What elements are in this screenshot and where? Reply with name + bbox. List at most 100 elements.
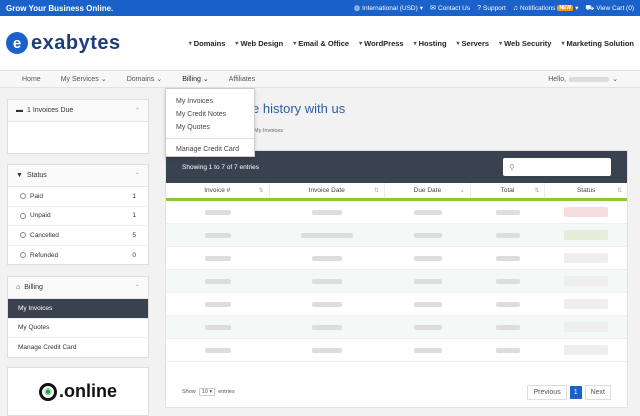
- status-badge: [564, 299, 609, 309]
- globe-icon: ◍: [354, 5, 361, 12]
- support-link[interactable]: ? Support: [477, 5, 506, 12]
- invoices-table: Showing 1 to 7 of 7 entries ⚲ Invoice # ⇅…: [165, 150, 628, 408]
- chevron-down-icon: ▾: [188, 40, 192, 47]
- subnav-affiliates[interactable]: Affiliates: [229, 76, 255, 83]
- envelope-icon: ✉: [430, 5, 436, 12]
- chevron-down-icon: ▾: [413, 40, 417, 47]
- online-domain-promo[interactable]: ◉ .online: [7, 367, 149, 416]
- blurred-cell: [312, 209, 343, 215]
- currency-link[interactable]: ◍ International (USD) ▾: [354, 4, 423, 13]
- table-row[interactable]: [166, 316, 627, 339]
- table-row[interactable]: [166, 270, 627, 293]
- col-due-date[interactable]: Due Date ⇣: [385, 183, 471, 198]
- blurred-cell: [312, 255, 343, 261]
- subnav-domains[interactable]: Domains ⌄: [127, 75, 163, 84]
- status-filter-paid[interactable]: Paid 1: [8, 187, 148, 207]
- previous-page-button[interactable]: Previous: [527, 384, 567, 400]
- tagline: Grow Your Business Online.: [6, 3, 114, 13]
- invoices-due-header[interactable]: ▬ 1 Invoices Due ⌃: [8, 100, 148, 122]
- status-badge: [564, 207, 609, 217]
- nav-servers[interactable]: ▾ Servers: [457, 39, 490, 48]
- nav-domains[interactable]: ▾ Domains: [189, 39, 226, 48]
- blurred-cell: [413, 301, 442, 307]
- subnav-home[interactable]: Home: [22, 76, 41, 83]
- nav-web-security[interactable]: ▾ Web Security: [499, 39, 551, 48]
- notifications-link[interactable]: ♫ Notifications NEW ▾: [512, 4, 579, 13]
- blurred-cell: [312, 324, 343, 330]
- status-filter-unpaid[interactable]: Unpaid 1: [8, 207, 148, 226]
- menu-item-manage-credit-card[interactable]: Manage Credit Card: [166, 143, 254, 156]
- blurred-cell: [413, 347, 442, 353]
- entries-summary: Showing 1 to 7 of 7 entries: [182, 163, 259, 171]
- cart-icon: ⛟: [585, 4, 595, 12]
- sort-icon: ⇅: [258, 188, 264, 194]
- sidebar-item-my-invoices[interactable]: My Invoices: [8, 299, 148, 319]
- bell-icon: ♫: [512, 4, 519, 12]
- blurred-cell: [204, 255, 231, 261]
- menu-item-my-quotes[interactable]: My Quotes: [166, 121, 254, 134]
- col-invoice-number[interactable]: Invoice # ⇅: [166, 183, 270, 198]
- nav-email-office[interactable]: ▾ Email & Office: [293, 39, 349, 48]
- status-filter-refunded[interactable]: Refunded 0: [8, 246, 148, 266]
- sort-icon: ⇅: [616, 188, 622, 194]
- top-bar: Grow Your Business Online. ◍ Internationa…: [0, 0, 640, 16]
- menu-item-my-credit-notes[interactable]: My Credit Notes: [166, 108, 254, 121]
- user-menu[interactable]: Hello, ⌄: [548, 75, 618, 84]
- page-size-select[interactable]: 10 ▾: [198, 388, 216, 396]
- blurred-cell: [496, 324, 520, 330]
- col-status[interactable]: Status ⇅: [545, 183, 627, 198]
- chevron-down-icon: ▾: [235, 40, 239, 47]
- globe-icon: ◉: [39, 382, 57, 401]
- sidebar-item-manage-credit-card[interactable]: Manage Credit Card: [8, 338, 148, 358]
- radio-icon: [20, 252, 26, 259]
- table-search-input[interactable]: ⚲: [503, 158, 611, 176]
- table-footer: Show 10 ▾ entries Previous 1 Next: [166, 377, 627, 407]
- nav-wordpress[interactable]: ▾ WordPress: [359, 39, 403, 48]
- show-label: Show: [182, 389, 196, 395]
- next-page-button[interactable]: Next: [584, 384, 611, 400]
- col-total[interactable]: Total ⇅: [471, 183, 546, 198]
- chevron-down-icon: ▾: [293, 40, 297, 47]
- col-invoice-date[interactable]: Invoice Date ⇅: [270, 183, 386, 198]
- chevron-down-icon: ⌄: [100, 76, 107, 83]
- table-row[interactable]: [166, 247, 627, 270]
- menu-divider: [166, 138, 254, 139]
- nav-web-design[interactable]: ▾ Web Design: [235, 39, 283, 48]
- page-1-button[interactable]: 1: [569, 385, 582, 399]
- subnav-my-services[interactable]: My Services ⌄: [61, 75, 107, 84]
- breadcrumb-current: My Invoices: [254, 128, 284, 134]
- billing-header[interactable]: ⌂ Billing ⌃: [8, 277, 148, 299]
- status-header[interactable]: ▼ Status ⌃: [8, 165, 148, 187]
- table-row[interactable]: [166, 339, 627, 362]
- status-badge: [564, 230, 609, 240]
- sort-icon: ⇅: [534, 188, 540, 194]
- blurred-cell: [204, 347, 231, 353]
- status-filter-cancelled[interactable]: Cancelled 5: [8, 226, 148, 246]
- blurred-cell: [204, 209, 231, 215]
- logo[interactable]: e exabytes: [6, 32, 121, 55]
- table-row[interactable]: [166, 224, 627, 247]
- table-row[interactable]: [166, 293, 627, 316]
- blurred-cell: [204, 301, 231, 307]
- subnav-billing[interactable]: Billing ⌄: [182, 75, 209, 84]
- menu-item-my-invoices[interactable]: My Invoices: [166, 95, 254, 108]
- contact-link[interactable]: ✉ Contact Us: [430, 4, 470, 13]
- logo-mark-icon: e: [6, 32, 28, 54]
- nav-marketing-solution[interactable]: ▾ Marketing Solution: [561, 39, 634, 48]
- blurred-cell: [496, 209, 520, 215]
- credit-card-icon: ▬: [16, 107, 23, 114]
- sidebar-item-my-quotes[interactable]: My Quotes: [8, 319, 148, 338]
- chevron-down-icon: ⌄: [156, 76, 163, 83]
- view-cart-link[interactable]: ⛟ View Cart (0): [585, 4, 634, 13]
- table-row[interactable]: [166, 201, 627, 224]
- blurred-cell: [413, 209, 442, 215]
- promo-word: .online: [59, 381, 117, 401]
- sort-icon: ⇅: [374, 188, 380, 194]
- chevron-down-icon: ▾: [209, 389, 213, 395]
- status-badge: [564, 276, 609, 286]
- status-badge: [564, 322, 609, 332]
- nav-hosting[interactable]: ▾ Hosting: [414, 39, 447, 48]
- blurred-cell: [413, 324, 442, 330]
- sort-desc-icon: ⇣: [459, 188, 465, 194]
- chevron-down-icon: ▾: [561, 40, 565, 47]
